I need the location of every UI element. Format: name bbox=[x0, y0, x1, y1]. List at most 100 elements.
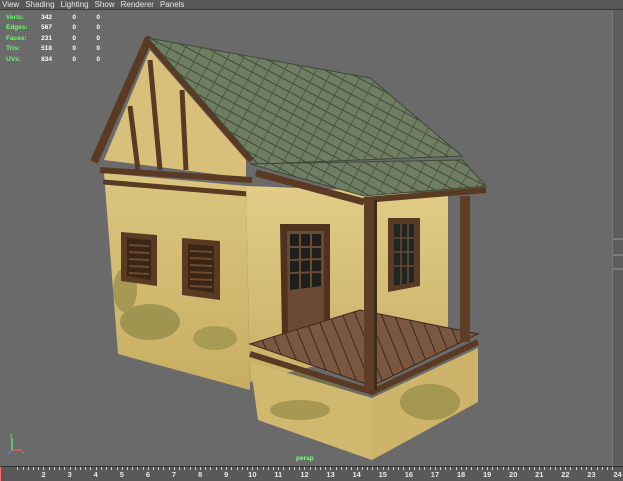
timeline-tick bbox=[64, 467, 66, 470]
timeline-tick bbox=[262, 467, 264, 470]
timeline-tick bbox=[570, 467, 572, 470]
hud-value: 0 bbox=[72, 55, 76, 63]
timeline-tick bbox=[460, 467, 462, 470]
hud-value: 0 bbox=[72, 34, 76, 42]
timeline-tick bbox=[528, 467, 530, 470]
timeline-tick bbox=[544, 467, 546, 470]
timeline-tick bbox=[434, 467, 436, 470]
timeline-tick bbox=[575, 467, 577, 470]
timeline-tick bbox=[309, 467, 311, 470]
timeline-label: 15 bbox=[378, 470, 387, 479]
porch-post-right bbox=[460, 196, 470, 342]
timeline-tick bbox=[38, 467, 40, 470]
timeline-label: 20 bbox=[509, 470, 518, 479]
timeline-tick bbox=[471, 467, 473, 470]
timeline-tick bbox=[387, 467, 389, 470]
timeline-tick bbox=[606, 467, 608, 470]
timeline-tick bbox=[173, 467, 175, 470]
timeline-tick bbox=[137, 467, 139, 470]
right-scroll-strip[interactable] bbox=[612, 10, 623, 466]
timeline-tick bbox=[554, 467, 556, 470]
menu-show[interactable]: Show bbox=[95, 0, 115, 9]
timeline-tick bbox=[580, 467, 582, 470]
timeline-tick bbox=[252, 467, 254, 470]
timeline-label: 14 bbox=[352, 470, 361, 479]
timeline-tick bbox=[565, 467, 567, 470]
menu-lighting[interactable]: Lighting bbox=[61, 0, 89, 9]
timeline-tick bbox=[293, 467, 295, 470]
house-model[interactable] bbox=[0, 10, 612, 466]
timeline-tick bbox=[476, 467, 478, 470]
hud-label: Edges: bbox=[6, 24, 28, 32]
menu-renderer[interactable]: Renderer bbox=[121, 0, 154, 9]
timeline-tick bbox=[74, 467, 76, 470]
strip-tick bbox=[613, 238, 623, 240]
menu-view[interactable]: View bbox=[2, 0, 19, 9]
timeline-tick bbox=[43, 467, 45, 470]
timeline-tick bbox=[502, 467, 504, 470]
hud-value: 834 bbox=[41, 55, 52, 63]
window-left-2 bbox=[182, 238, 220, 300]
timeline-tick bbox=[591, 467, 593, 470]
timeline-label: 24 bbox=[613, 470, 622, 479]
timeline-label: 8 bbox=[198, 470, 203, 479]
timeline-tick bbox=[80, 467, 81, 470]
hud-label: UVs: bbox=[6, 55, 21, 63]
hud-label: Tris: bbox=[6, 45, 20, 53]
hud-row: UVs: 834 0 0 bbox=[6, 55, 100, 65]
timeline-tick bbox=[126, 467, 128, 470]
hud-value: 0 bbox=[96, 55, 100, 63]
timeline-tick bbox=[424, 467, 426, 470]
window-left-1 bbox=[121, 232, 157, 286]
timeline-tick bbox=[210, 467, 212, 470]
menu-shading[interactable]: Shading bbox=[25, 0, 54, 9]
timeline-tick bbox=[398, 467, 400, 470]
timeline-tick bbox=[111, 467, 113, 470]
timeline-tick bbox=[361, 467, 363, 470]
timeline-tick bbox=[497, 467, 499, 470]
timeline-tick bbox=[278, 467, 280, 470]
timeline-tick bbox=[393, 467, 395, 470]
timeline-tick bbox=[22, 467, 24, 470]
timeline-tick bbox=[220, 467, 222, 470]
timeline-tick bbox=[100, 467, 102, 470]
timeline-tick bbox=[486, 467, 488, 470]
strip-tick bbox=[613, 268, 623, 270]
hud-value: 0 bbox=[96, 34, 100, 42]
timeline-tick bbox=[288, 467, 290, 470]
timeline-tick bbox=[314, 467, 316, 470]
timeline-label: 11 bbox=[274, 470, 283, 479]
hud-row: Tris: 518 0 0 bbox=[6, 44, 100, 54]
timeline-tick bbox=[106, 467, 108, 470]
timeline-tick bbox=[340, 467, 342, 470]
timeline-tick bbox=[168, 467, 170, 470]
time-slider[interactable]: 2 3 4 5 6 7 8 9 10 11 12 13 14 15 16 17 18 19 20 21 22 23 24 bbox=[0, 466, 623, 481]
timeline-label: 6 bbox=[145, 470, 150, 479]
timeline-tick bbox=[226, 467, 228, 470]
timeline-tick bbox=[492, 467, 494, 470]
timeline-label: 4 bbox=[93, 470, 98, 479]
timeline-tick bbox=[267, 467, 269, 470]
hud-value: 518 bbox=[41, 45, 52, 53]
hud-label: Faces: bbox=[6, 34, 27, 42]
timeline-tick bbox=[513, 467, 515, 470]
hud-value: 231 bbox=[41, 34, 52, 42]
menu-panels[interactable]: Panels bbox=[160, 0, 184, 9]
timeline-tick bbox=[33, 467, 35, 470]
timeline-tick bbox=[147, 467, 149, 470]
timeline-label: 9 bbox=[224, 470, 229, 479]
timeline-tick bbox=[158, 467, 160, 470]
timeline-tick bbox=[163, 467, 165, 470]
timeline-tick bbox=[184, 467, 186, 470]
timeline-label: 22 bbox=[561, 470, 570, 479]
timeline-label: 13 bbox=[326, 470, 335, 479]
hud-value: 567 bbox=[41, 24, 52, 32]
timeline-label: 18 bbox=[456, 470, 466, 479]
door bbox=[280, 224, 330, 336]
current-frame-marker[interactable] bbox=[0, 467, 1, 481]
timeline-tick bbox=[523, 467, 525, 470]
timeline-label: 21 bbox=[535, 470, 544, 479]
timeline-tick bbox=[231, 467, 233, 470]
strip-tick bbox=[613, 254, 623, 256]
timeline-label: 12 bbox=[300, 470, 309, 479]
